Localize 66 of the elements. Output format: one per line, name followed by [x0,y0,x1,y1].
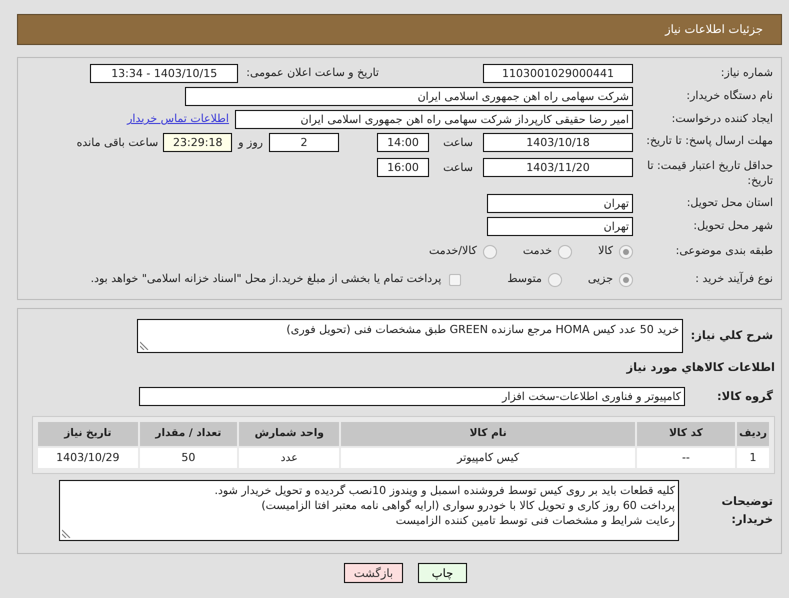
column-header: واحد شمارش [239,422,340,446]
province-field[interactable]: تهران [487,194,633,213]
validity-date-field[interactable]: 1403/11/20 [483,158,633,177]
announcement-field[interactable]: 1403/10/15 - 13:34 [90,64,238,83]
city-field[interactable]: تهران [487,217,633,236]
page-title: جزئیات اطلاعات نیاز [665,20,763,38]
radio-button[interactable] [482,244,497,258]
note-line: کلیه قطعات باید بر روی کیس توسط فروشنده اسمبل و ویندوز 10نصب گردیده و تحویل خریدار شود. [214,483,675,498]
table-cell: 1 [737,448,769,468]
buyer-org-field[interactable]: شرکت سهامی راه اهن جمهوری اسلامی ایران [185,87,633,106]
note-line: پرداخت 60 روز کاری و تحویل کالا با خودرو سواری (ارایه گواهی نامه معتبر افتا الزامیست) [260,498,675,513]
table-cell: -- [636,448,736,468]
print-button[interactable]: چاپ [418,563,467,583]
days-field[interactable]: 2 [269,133,339,152]
column-header: نام کالا [341,422,635,446]
deadline-time-field[interactable]: 14:00 [377,133,429,152]
need-number-field[interactable]: 1103001029000441 [483,64,633,83]
column-header: کد کالا [636,422,736,446]
field-label: توضیحات خریدار: [720,493,774,528]
field-label: گروه کالا: [716,388,774,405]
radio-button[interactable] [619,272,633,286]
goods-group-field[interactable]: کامپیوتر و فناوری اطلاعات-سخت افزار [139,387,685,406]
option-label: کالا [598,243,613,260]
deadline-date-field[interactable]: 1403/10/18 [483,133,633,152]
buyer-notes-field[interactable] [59,480,679,541]
column-header: تاریخ نیاز [38,422,138,446]
description-field[interactable]: خرید 50 عدد کیس HOMA مرجع سازنده GREEN طبق مشخصات فنی (تحویل فوری) [137,319,683,353]
resize-grip-icon[interactable] [140,341,149,350]
field-label: طبقه بندی موضوعی: [674,243,774,260]
table-cell: 50 [140,448,238,468]
table-cell: 1403/10/29 [38,448,138,468]
section-heading: اطلاعات كالاهاي مورد نياز [626,358,775,376]
resize-grip-icon[interactable] [62,529,71,538]
field-label: ایجاد کننده درخواست: [670,111,774,128]
field-label: حداقل تاریخ اعتبار قیمت: تا تاریخ: [646,158,774,188]
checkbox[interactable] [449,274,462,286]
field-label: مهلت ارسال پاسخ: تا تاریخ: [645,133,774,148]
field-label: نام دستگاه خریدار: [685,88,774,104]
option-label: خدمت [522,243,552,260]
days-label: روز و [236,135,264,151]
radio-button[interactable] [619,244,633,258]
treasury-text: پرداخت تمام یا بخشی از مبلغ خرید.از محل "اسناد خزانه اسلامی" خواهد بود. [90,271,442,288]
remaining-label: ساعت باقی مانده [76,135,160,151]
requester-field[interactable]: امیر رضا حقیقی کارپرداز شرکت سهامی راه اهن جمهوری اسلامی ایران [235,110,633,129]
table-cell: عدد [239,448,340,468]
column-header: تعداد / مقدار [140,422,238,446]
contact-link[interactable]: اطلاعات تماس خریدار [127,111,229,128]
time-label: ساعت [442,135,474,151]
field-label: نوع فرآیند خرید : [694,271,774,288]
option-label: جزیی [588,271,613,288]
time-label: ساعت [442,160,474,176]
field-label: تاریخ و ساعت اعلان عمومی: [246,65,379,82]
option-label: کالا/خدمت [429,243,477,260]
note-line: رعایت شرایط و مشخصات فنی توسط تامین کننده الزامیست [394,513,675,528]
field-label: شماره نیاز: [720,65,774,82]
back-button[interactable]: بازگشت [344,563,403,583]
radio-button[interactable] [548,272,562,286]
radio-button[interactable] [558,244,572,258]
field-label: شرح كلي نياز: [690,327,774,344]
remaining-time-field[interactable]: 23:29:18 [163,133,232,152]
validity-time-field[interactable]: 16:00 [377,158,429,177]
option-label: متوسط [507,271,542,288]
table-cell: کیس کامپیوتر [341,448,635,468]
field-label: شهر محل تحویل: [692,218,774,234]
column-header: ردیف [737,422,769,446]
field-label: استان محل تحویل: [686,195,774,212]
